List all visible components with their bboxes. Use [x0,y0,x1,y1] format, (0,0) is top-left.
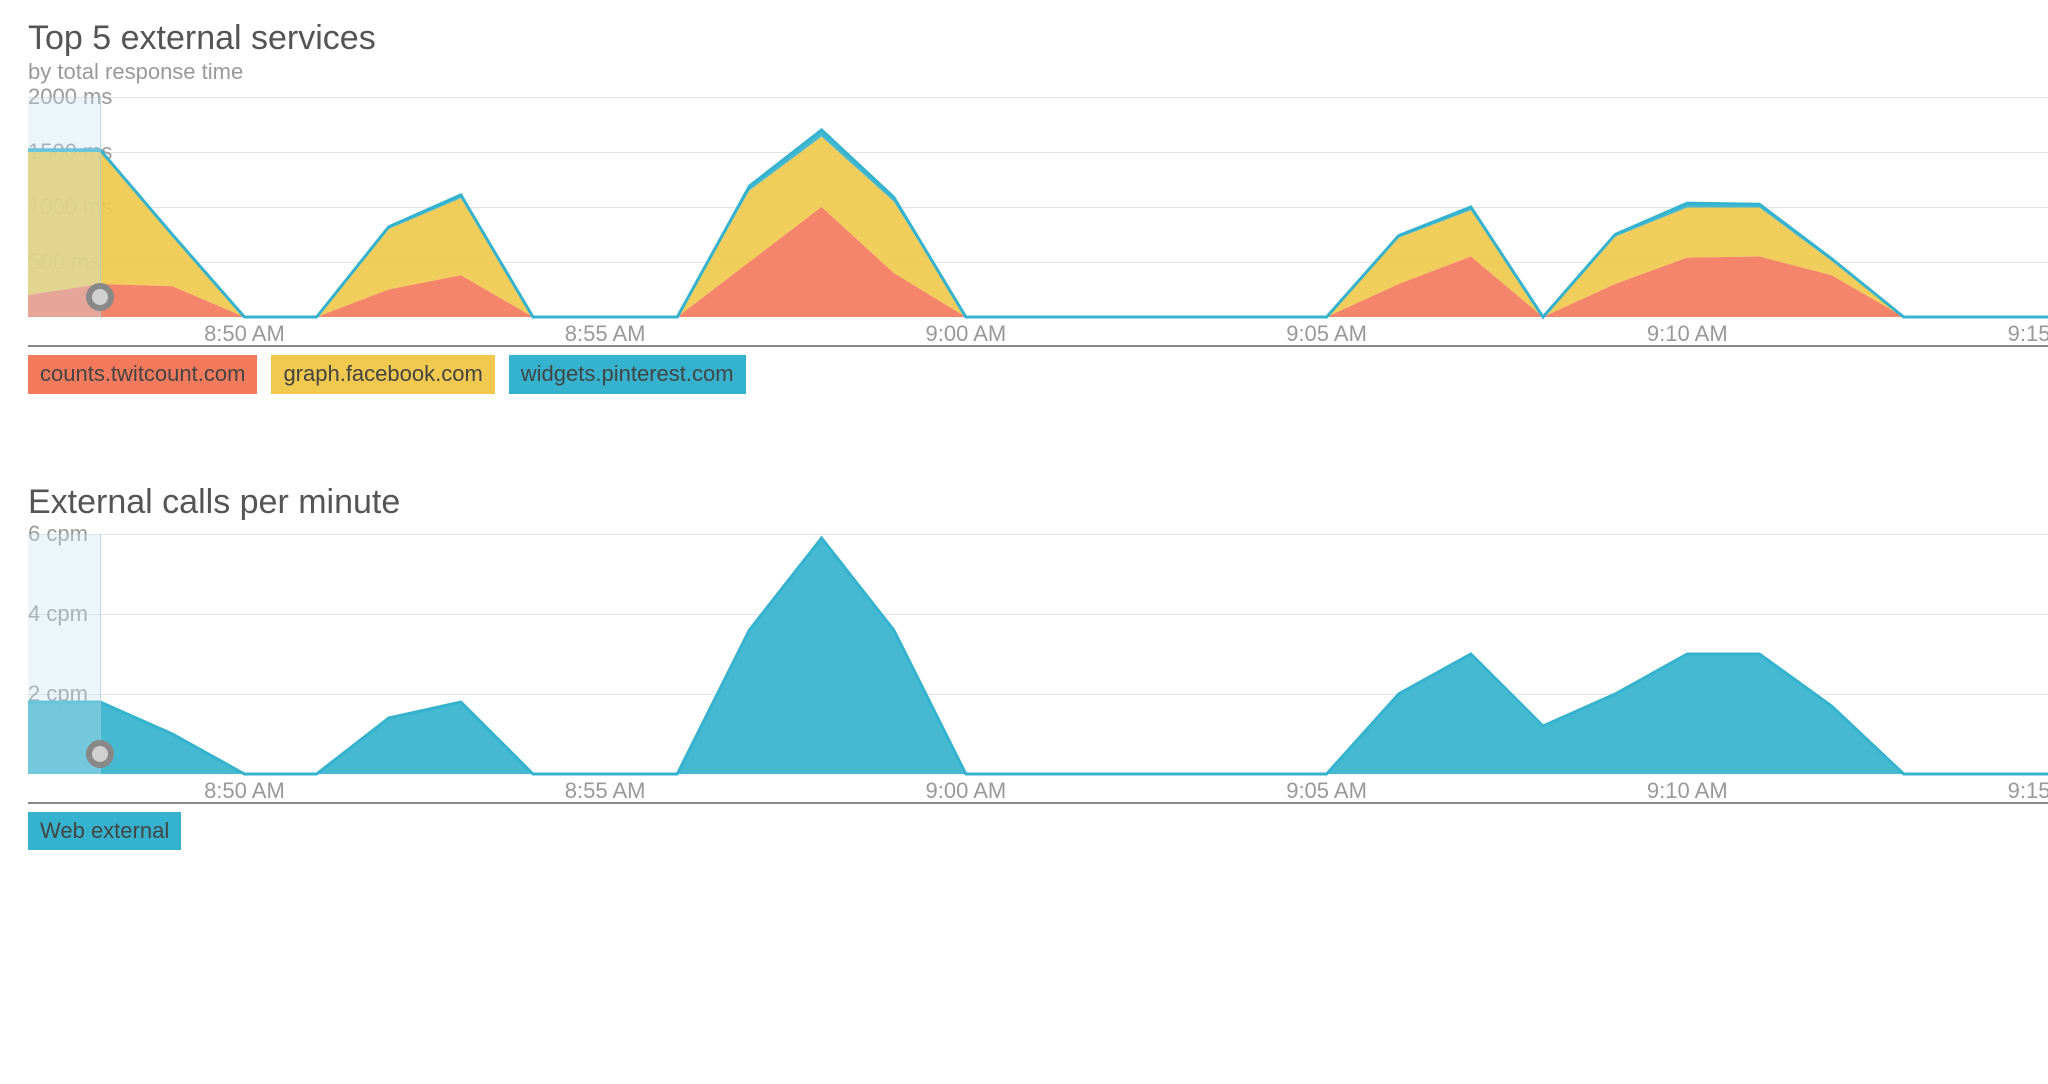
x-tick-label: 8:55 AM [565,321,646,347]
chart-subtitle: by total response time [28,59,2048,85]
chart-top5-external-services: Top 5 external services by total respons… [28,20,2048,394]
chart-legend: Web external [28,812,2048,851]
x-tick-label: 8:50 AM [204,778,285,804]
plot-area[interactable]: 2 cpm4 cpm6 cpm [28,534,2048,774]
chart-external-calls-per-minute: External calls per minute 2 cpm4 cpm6 cp… [28,484,2048,850]
x-axis: 8:50 AM 8:55 AM 9:00 AM 9:05 AM 9:10 AM 9:15 … [28,317,2048,347]
legend-item-pinterest[interactable]: widgets.pinterest.com [509,355,746,394]
x-tick-label: 8:55 AM [565,778,646,804]
x-tick-label: 9:05 AM [1286,321,1367,347]
chart-svg [28,97,2048,317]
x-tick-label: 9:00 AM [925,321,1006,347]
series-area [28,538,2048,774]
x-tick-label: 8:50 AM [204,321,285,347]
time-scrubber-handle[interactable] [86,283,114,311]
x-tick-label: 9:15 AM [2008,321,2048,347]
x-tick-label: 9:00 AM [925,778,1006,804]
chart-svg [28,534,2048,774]
x-tick-label: 9:10 AM [1647,321,1728,347]
dashboard-page: Top 5 external services by total respons… [0,0,2048,1084]
chart-title: Top 5 external services [28,20,2048,57]
x-tick-label: 9:15 AM [2008,778,2048,804]
chart-title: External calls per minute [28,484,2048,521]
x-tick-label: 9:10 AM [1647,778,1728,804]
plot-wrap: 500 ms1000 ms1500 ms2000 ms 8:50 AM 8:55 … [28,97,2048,347]
x-axis: 8:50 AM 8:55 AM 9:00 AM 9:05 AM 9:10 AM 9:15 … [28,774,2048,804]
legend-item-twitcount[interactable]: counts.twitcount.com [28,355,257,394]
chart-legend: counts.twitcount.com graph.facebook.com … [28,355,2048,394]
legend-item-web-external[interactable]: Web external [28,812,181,851]
time-scrubber-handle[interactable] [86,740,114,768]
legend-item-facebook[interactable]: graph.facebook.com [271,355,494,394]
plot-area[interactable]: 500 ms1000 ms1500 ms2000 ms [28,97,2048,317]
x-tick-label: 9:05 AM [1286,778,1367,804]
plot-wrap: 2 cpm4 cpm6 cpm 8:50 AM 8:55 AM 9:00 AM 9:0… [28,534,2048,804]
